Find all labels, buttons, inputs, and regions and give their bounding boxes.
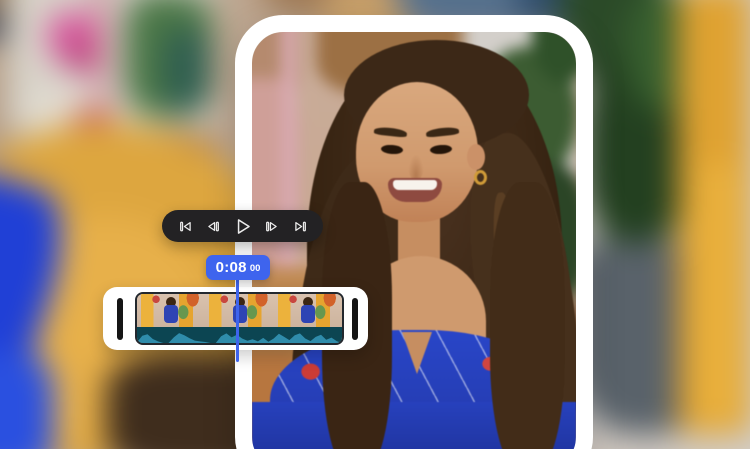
playhead[interactable] (236, 278, 239, 362)
timecode-frames: 00 (249, 263, 261, 275)
play-icon (237, 218, 250, 234)
nose (408, 154, 424, 180)
previous-frame-button[interactable] (203, 215, 225, 237)
previous-frame-icon (208, 221, 220, 231)
teeth (393, 180, 437, 190)
clip-filmstrip[interactable] (135, 292, 344, 345)
play-button[interactable] (232, 215, 254, 237)
audio-waveform (137, 327, 342, 343)
trim-handle-left[interactable] (117, 297, 123, 340)
video-thumbnail (205, 294, 274, 327)
promo-canvas: 0:08 00 (0, 0, 750, 449)
timecode-badge[interactable]: 0:08 00 (206, 255, 270, 280)
thumbnail-row (137, 294, 342, 327)
video-thumbnail (273, 294, 342, 327)
timecode-seconds: 0:08 (215, 259, 247, 276)
next-frame-button[interactable] (260, 215, 282, 237)
next-frame-icon (265, 221, 277, 231)
trim-handle-right[interactable] (352, 297, 358, 340)
skip-to-start-icon (179, 221, 191, 231)
skip-to-end-button[interactable] (289, 215, 311, 237)
playback-controls-bar (162, 210, 323, 242)
thumbnail-figure (232, 297, 247, 325)
earring (474, 170, 487, 185)
skip-to-start-button[interactable] (174, 215, 196, 237)
thumbnail-figure (164, 297, 179, 325)
video-thumbnail (137, 294, 206, 327)
thumbnail-figure (300, 297, 315, 325)
skip-to-end-icon (294, 221, 306, 231)
